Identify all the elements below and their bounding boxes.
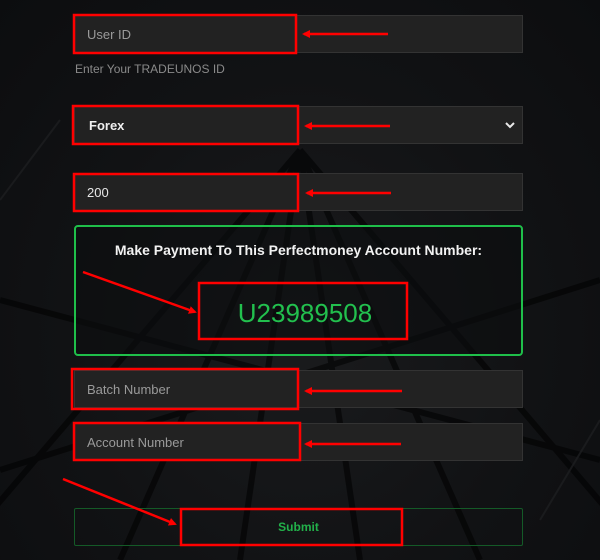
amount-value: 200	[87, 184, 109, 200]
user-id-input[interactable]: User ID	[74, 15, 523, 53]
submit-button[interactable]: Submit	[74, 508, 523, 546]
account-number-placeholder: Account Number	[87, 434, 184, 450]
perfectmoney-account-number: U23989508	[237, 297, 373, 328]
user-id-help-text: Enter Your TRADEUNOS ID	[75, 62, 225, 76]
market-select[interactable]: Forex	[74, 106, 523, 144]
chevron-down-icon	[505, 122, 515, 129]
account-number-input[interactable]: Account Number	[74, 423, 523, 461]
payment-instruction: Make Payment To This Perfectmoney Accoun…	[114, 242, 483, 258]
market-select-value: Forex	[89, 117, 125, 133]
user-id-placeholder: User ID	[87, 26, 132, 42]
batch-number-input[interactable]: Batch Number	[74, 370, 523, 408]
amount-input[interactable]: 200	[74, 173, 523, 211]
batch-number-placeholder: Batch Number	[87, 381, 171, 397]
payment-info-panel: Make Payment To This Perfectmoney Accoun…	[74, 225, 523, 356]
